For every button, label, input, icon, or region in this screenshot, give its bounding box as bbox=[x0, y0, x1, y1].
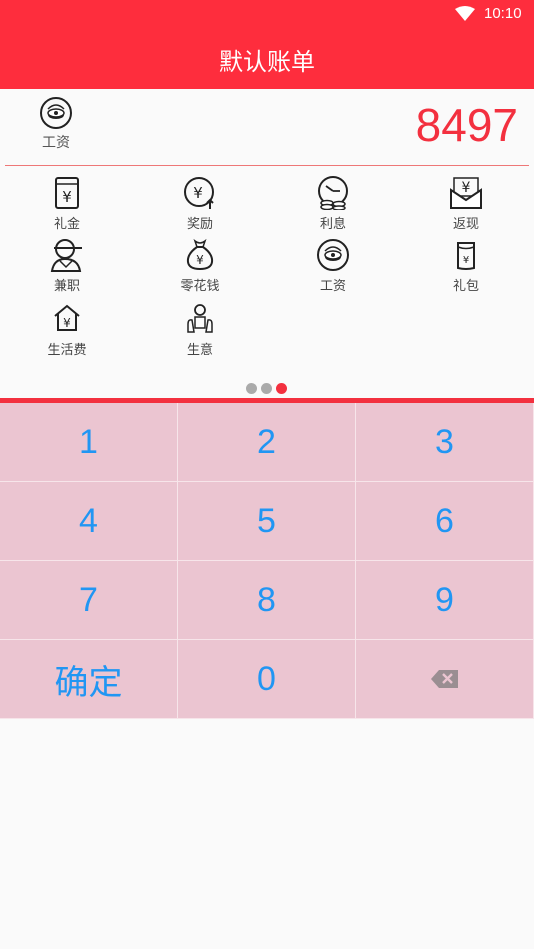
selected-category-label: 工资 bbox=[42, 135, 70, 151]
category-label: 奖励 bbox=[186, 217, 213, 232]
status-bar: 10:10 bbox=[0, 0, 534, 28]
category-salary[interactable]: 工资 bbox=[293, 238, 373, 294]
key-1[interactable]: 1 bbox=[0, 403, 178, 482]
interest-icon bbox=[318, 176, 348, 210]
category-part-time[interactable]: 兼职 bbox=[27, 238, 107, 294]
key-2[interactable]: 2 bbox=[178, 403, 356, 482]
category-reward[interactable]: ¥ 奖励 bbox=[160, 176, 240, 232]
category-label: 返现 bbox=[452, 217, 479, 232]
status-time: 10:10 bbox=[484, 5, 522, 22]
category-label: 礼金 bbox=[53, 217, 80, 232]
page-dot[interactable] bbox=[261, 383, 272, 394]
page-indicator bbox=[246, 379, 291, 394]
key-0[interactable]: 0 bbox=[178, 640, 356, 719]
gift-money-icon: ¥ bbox=[55, 177, 79, 209]
svg-text:¥: ¥ bbox=[62, 188, 72, 206]
category-label: 生意 bbox=[186, 343, 213, 358]
key-9[interactable]: 9 bbox=[356, 561, 534, 640]
wifi-icon bbox=[455, 6, 475, 21]
number-keypad: 1 2 3 4 5 6 7 8 9 确定 0 bbox=[0, 403, 534, 719]
salary-coin-icon bbox=[317, 239, 349, 271]
page-dot-active[interactable] bbox=[276, 383, 287, 394]
category-label: 礼包 bbox=[452, 279, 479, 294]
category-label: 兼职 bbox=[53, 279, 80, 294]
backspace-icon bbox=[430, 670, 458, 688]
category-label: 生活费 bbox=[47, 343, 87, 358]
svg-text:¥: ¥ bbox=[193, 184, 203, 202]
page-dot[interactable] bbox=[246, 383, 257, 394]
svg-text:¥: ¥ bbox=[462, 180, 471, 196]
key-3[interactable]: 3 bbox=[356, 403, 534, 482]
pocket-money-icon: ¥ bbox=[186, 238, 214, 271]
salary-coin-icon bbox=[40, 97, 72, 129]
category-label: 利息 bbox=[319, 217, 346, 232]
part-time-icon bbox=[50, 239, 82, 272]
key-7[interactable]: 7 bbox=[0, 561, 178, 640]
cashback-icon: ¥ bbox=[450, 177, 482, 209]
reward-icon: ¥ bbox=[184, 177, 214, 209]
category-living-expense[interactable]: ¥ 生活费 bbox=[27, 302, 107, 358]
gift-pack-icon: ¥ bbox=[457, 242, 475, 270]
confirm-button[interactable]: 确定 bbox=[0, 640, 178, 719]
app-header: 10:10 默认账单 bbox=[0, 0, 534, 89]
amount-display: 8497 bbox=[415, 99, 518, 151]
key-4[interactable]: 4 bbox=[0, 482, 178, 561]
svg-text:¥: ¥ bbox=[196, 253, 204, 267]
category-business[interactable]: 生意 bbox=[160, 302, 240, 358]
key-8[interactable]: 8 bbox=[178, 561, 356, 640]
key-6[interactable]: 6 bbox=[356, 482, 534, 561]
business-icon bbox=[187, 304, 213, 333]
delete-button[interactable] bbox=[356, 640, 534, 719]
selected-category[interactable]: 工资 bbox=[30, 96, 82, 152]
category-label: 工资 bbox=[319, 279, 346, 294]
page-title: 默认账单 bbox=[219, 48, 315, 76]
svg-text:¥: ¥ bbox=[63, 316, 71, 330]
key-5[interactable]: 5 bbox=[178, 482, 356, 561]
category-label: 零花钱 bbox=[180, 279, 220, 294]
category-cashback[interactable]: ¥ 返现 bbox=[426, 176, 506, 232]
amount-divider bbox=[5, 165, 529, 166]
living-expense-icon: ¥ bbox=[54, 304, 80, 331]
category-pocket-money[interactable]: ¥ 零花钱 bbox=[160, 238, 240, 294]
category-gift-money[interactable]: ¥ 礼金 bbox=[27, 176, 107, 232]
category-interest[interactable]: 利息 bbox=[293, 176, 373, 232]
category-gift-pack[interactable]: ¥ 礼包 bbox=[426, 238, 506, 294]
svg-text:¥: ¥ bbox=[463, 255, 469, 266]
